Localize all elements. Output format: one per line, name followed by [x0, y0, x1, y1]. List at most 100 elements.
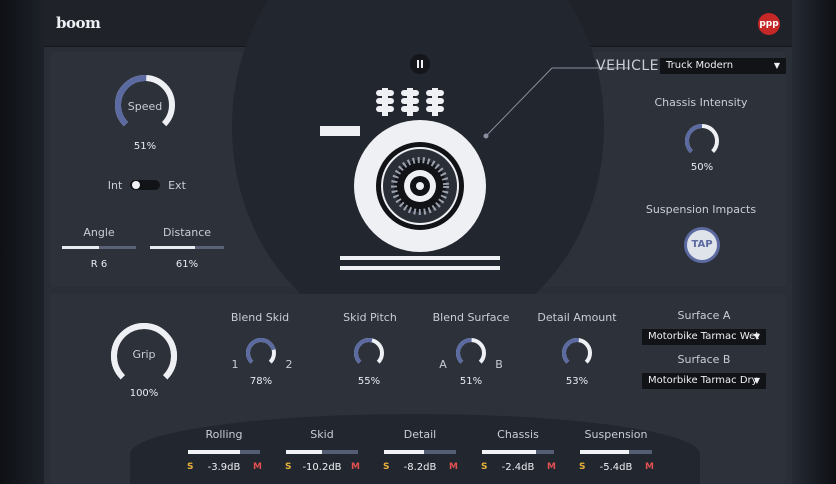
dropdown-arrow-icon: ▼	[773, 61, 780, 70]
channel-label: Skid	[310, 428, 334, 441]
knob-value-arc	[246, 338, 276, 364]
ppp-button[interactable]: ppp	[758, 13, 780, 35]
int-label: Int	[107, 179, 123, 192]
distance-slider-fill	[150, 246, 196, 249]
solo-button[interactable]: S	[187, 462, 193, 472]
channel-level-fill	[188, 450, 240, 454]
channel-level-fill	[384, 450, 425, 454]
blend-skid-label: Blend Skid	[230, 311, 290, 324]
skid-pitch-knob[interactable]	[352, 336, 386, 370]
skid-pitch-value: 55%	[357, 376, 381, 387]
solo-button[interactable]: S	[285, 462, 291, 472]
blend-surface-label: Blend Surface	[432, 311, 510, 324]
speed-value: 51%	[133, 141, 157, 152]
channel-level-fill	[580, 450, 629, 454]
background-right	[792, 0, 836, 484]
channel-level-fill	[286, 450, 322, 454]
knob-value-arc	[685, 124, 703, 154]
vehicle-dropdown-value: Truck Modern	[666, 60, 734, 71]
mute-button[interactable]: M	[351, 462, 360, 472]
blend-skid-min-label: 1	[231, 358, 239, 371]
chassis-intensity-knob-graphic	[685, 123, 719, 154]
dropdown-arrow-icon: ▼	[753, 376, 760, 385]
wheel-icon	[354, 120, 486, 252]
pause-button[interactable]	[410, 54, 430, 74]
vehicle-dropdown[interactable]: Truck Modern ▼	[660, 58, 786, 74]
mixer-area	[130, 414, 700, 484]
int-ext-toggle[interactable]	[130, 180, 160, 190]
channel-level-fader[interactable]	[384, 450, 456, 454]
top-panel: Speed 51% Int Ext Angle R 6 Distance 61%	[50, 0, 786, 342]
mute-button[interactable]: M	[645, 462, 654, 472]
distance-label: Distance	[162, 226, 212, 239]
channel-label: Detail	[403, 428, 437, 441]
tap-button[interactable]: TAP	[684, 227, 720, 263]
angle-slider-fill	[62, 246, 99, 249]
detail-amount-label: Detail Amount	[537, 311, 617, 324]
surface-b-value: Motorbike Tarmac Dry	[648, 375, 758, 386]
angle-slider[interactable]	[62, 246, 136, 249]
background-left	[0, 0, 44, 484]
blend-surface-knob[interactable]	[454, 336, 488, 370]
channel-db-value: -3.9dB	[207, 462, 241, 473]
blend-surface-value: 51%	[459, 376, 483, 387]
mute-button[interactable]: M	[449, 462, 458, 472]
blend-skid-knob[interactable]	[244, 336, 278, 370]
speed-label: Speed	[127, 100, 163, 113]
blend-skid-value: 78%	[249, 376, 273, 387]
skid-pitch-label: Skid Pitch	[343, 311, 397, 324]
channel-label: Suspension	[584, 428, 648, 441]
surface-a-dropdown[interactable]: Motorbike Tarmac Wet ▼	[642, 329, 766, 345]
mute-button[interactable]: M	[547, 462, 556, 472]
detail-amount-value: 53%	[565, 376, 589, 387]
angle-label: Angle	[83, 226, 115, 239]
channel-db-value: -8.2dB	[403, 462, 437, 473]
channel-level-fill	[482, 450, 536, 454]
channel-label: Rolling	[205, 428, 243, 441]
pause-icon-bar-left	[417, 60, 419, 68]
channel-label: Chassis	[497, 428, 539, 441]
blend-surface-min-label: A	[439, 358, 447, 371]
vehicle-callout-line	[483, 67, 630, 139]
channel-level-fader[interactable]	[188, 450, 260, 454]
channel-level-fader[interactable]	[286, 450, 358, 454]
road-lines-icon	[340, 256, 500, 270]
vehicle-label: VEHICLE	[596, 58, 659, 74]
solo-button[interactable]: S	[579, 462, 585, 472]
blend-surface-knob-graphic	[456, 338, 486, 364]
channel-level-fader[interactable]	[580, 450, 652, 454]
detail-amount-knob[interactable]	[560, 336, 594, 370]
blend-surface-max-label: B	[495, 358, 503, 371]
grip-label: Grip	[132, 348, 156, 361]
chassis-intensity-knob[interactable]	[682, 121, 722, 161]
bottom-panel: Grip 100% Blend Skid 1 2 78% Skid Pitch …	[50, 294, 786, 484]
chassis-intensity-value: 50%	[690, 162, 714, 173]
channel-db-value: -5.4dB	[599, 462, 633, 473]
suspension-impacts-label: Suspension Impacts	[645, 203, 757, 216]
pause-icon-bar-right	[421, 60, 423, 68]
skid-pitch-knob-graphic	[354, 338, 384, 364]
channel-level-fader[interactable]	[482, 450, 554, 454]
solo-button[interactable]: S	[383, 462, 389, 472]
distance-slider[interactable]	[150, 246, 224, 249]
dropdown-arrow-icon: ▼	[753, 332, 760, 341]
channel-db-value: -10.2dB	[302, 462, 342, 473]
detail-amount-knob-graphic	[562, 338, 592, 364]
chassis-intensity-label: Chassis Intensity	[654, 96, 748, 109]
distance-value: 61%	[175, 259, 199, 270]
knob-value-arc	[456, 338, 472, 364]
surface-b-label: Surface B	[677, 353, 731, 366]
surface-a-value: Motorbike Tarmac Wet	[648, 331, 760, 342]
plugin-window: boom GRIP ppp Speed 51% Int Ext Angle R …	[44, 0, 792, 484]
blend-skid-knob-graphic	[246, 338, 276, 364]
grip-value: 100%	[129, 388, 159, 399]
solo-button[interactable]: S	[481, 462, 487, 472]
chassis-bar-icon	[320, 126, 360, 136]
suspension-springs-icon	[376, 88, 444, 116]
mute-button[interactable]: M	[253, 462, 262, 472]
knob-value-arc	[354, 338, 373, 364]
blend-skid-max-label: 2	[285, 358, 293, 371]
ext-label: Ext	[168, 179, 186, 192]
angle-value: R 6	[90, 259, 108, 270]
surface-b-dropdown[interactable]: Motorbike Tarmac Dry ▼	[642, 373, 766, 389]
